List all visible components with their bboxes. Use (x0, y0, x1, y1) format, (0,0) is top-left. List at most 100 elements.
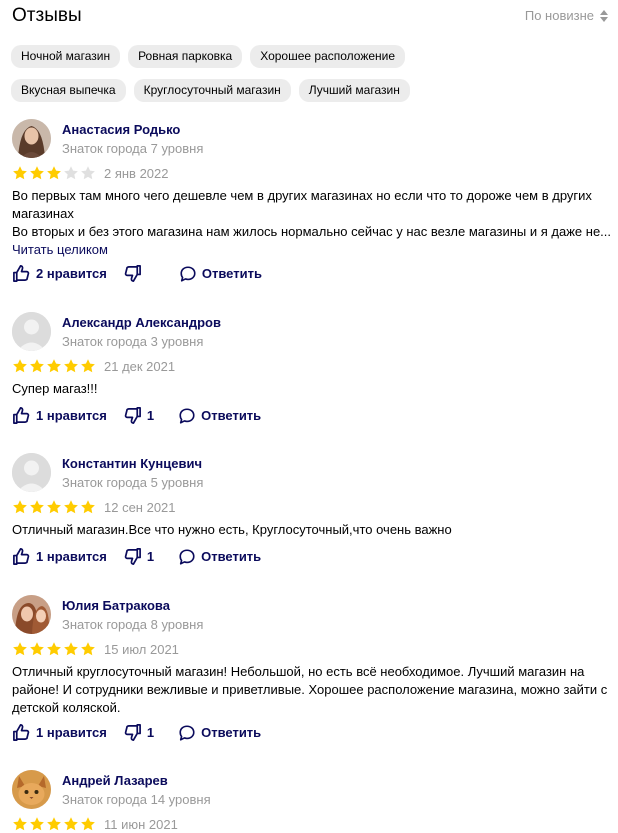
like-button[interactable]: 1 нравится (12, 723, 107, 742)
star-filled-icon (30, 817, 44, 831)
review-text: Отличный круглосуточный магазин! Небольш… (12, 663, 612, 717)
reply-button[interactable]: Ответить (179, 265, 262, 283)
review-author[interactable]: Юлия Батракова (62, 598, 170, 613)
dislike-count: 1 (146, 549, 155, 564)
thumbs-up-icon (13, 265, 30, 282)
star-filled-icon (47, 817, 61, 831)
reply-label: Ответить (201, 725, 262, 740)
like-count: 1 нравится (36, 549, 107, 564)
star-filled-icon (81, 359, 95, 373)
reply-button[interactable]: Ответить (178, 548, 261, 566)
star-filled-icon (64, 359, 78, 373)
sort-dropdown[interactable]: По новизне (525, 8, 608, 23)
rating-stars (12, 165, 96, 181)
star-filled-icon (47, 166, 61, 180)
chip[interactable]: Хорошее расположение (250, 45, 406, 68)
comment-icon (179, 724, 195, 741)
review-actions: 1 нравится 1 Ответить (12, 547, 261, 566)
dislike-button[interactable]: 1 (123, 547, 154, 566)
tag-chips: Ночной магазин Ровная парковка Хорошее р… (11, 45, 511, 102)
review-body: Супер магаз!!! (12, 381, 98, 396)
star-empty-icon (64, 166, 78, 180)
comment-icon (179, 548, 195, 565)
avatar[interactable] (12, 770, 51, 809)
review-author[interactable]: Константин Кунцевич (62, 456, 202, 471)
star-filled-icon (47, 500, 61, 514)
avatar[interactable] (12, 595, 51, 634)
avatar[interactable] (12, 312, 51, 351)
chip[interactable]: Ровная парковка (128, 45, 243, 68)
avatar[interactable] (12, 453, 51, 492)
review-body: Отличный круглосуточный магазин! Небольш… (12, 664, 608, 715)
like-count: 1 нравится (36, 725, 107, 740)
review-author[interactable]: Анастасия Родько (62, 122, 180, 137)
cat-photo-icon (12, 770, 51, 809)
dislike-count: 1 (146, 725, 155, 740)
star-filled-icon (13, 359, 27, 373)
star-filled-icon (13, 166, 27, 180)
chip[interactable]: Круглосуточный магазин (133, 79, 291, 102)
reply-label: Ответить (201, 408, 262, 423)
review-author-level: Знаток города 7 уровня (62, 141, 204, 156)
chip[interactable]: Ночной магазин (11, 45, 121, 68)
review-text: Супер магаз!!! (12, 380, 612, 398)
thumbs-down-icon (124, 407, 141, 424)
thumbs-down-icon (124, 265, 141, 282)
review-actions: 2 нравится Ответить (12, 264, 262, 283)
star-filled-icon (13, 500, 27, 514)
star-empty-icon (81, 166, 95, 180)
star-filled-icon (64, 642, 78, 656)
user-photo-icon (12, 595, 51, 634)
review-date: 11 июн 2021 (104, 816, 178, 832)
thumbs-down-icon (124, 548, 141, 565)
review-text: Во первых там много чего дешевле чем в д… (12, 187, 612, 259)
dislike-button[interactable]: 1 (123, 406, 154, 425)
thumbs-up-icon (13, 548, 30, 565)
dislike-button[interactable]: 1 (123, 723, 154, 742)
star-filled-icon (13, 817, 27, 831)
star-filled-icon (64, 500, 78, 514)
review-date: 2 янв 2022 (104, 165, 169, 181)
review-author-level: Знаток города 5 уровня (62, 475, 204, 490)
reviews-header: Отзывы По новизне (12, 4, 608, 28)
chip[interactable]: Лучший магазин (298, 79, 410, 102)
reply-label: Ответить (201, 266, 262, 281)
review-rating: 21 дек 2021 (12, 357, 175, 375)
review-date: 21 дек 2021 (104, 358, 176, 374)
sort-arrows-icon (600, 9, 608, 22)
review-date: 12 сен 2021 (104, 499, 176, 515)
review-rating: 12 сен 2021 (12, 498, 176, 516)
review-body: Отличный магазин.Все что нужно есть, Кру… (12, 522, 452, 537)
chip[interactable]: Вкусная выпечка (11, 79, 126, 102)
reply-label: Ответить (201, 549, 262, 564)
avatar[interactable] (12, 119, 51, 158)
dislike-button[interactable] (123, 264, 147, 283)
review-actions: 1 нравится 1 Ответить (12, 723, 261, 742)
read-more-link[interactable]: Читать целиком (12, 241, 612, 259)
star-filled-icon (30, 166, 44, 180)
comment-icon (179, 407, 195, 424)
like-button[interactable]: 1 нравится (12, 406, 107, 425)
star-filled-icon (30, 359, 44, 373)
like-button[interactable]: 2 нравится (12, 264, 107, 283)
like-count: 1 нравится (36, 408, 107, 423)
reply-button[interactable]: Ответить (178, 724, 261, 742)
review-rating: 15 июл 2021 (12, 640, 179, 658)
review-author[interactable]: Александр Александров (62, 315, 221, 330)
like-button[interactable]: 1 нравится (12, 547, 107, 566)
review-date: 15 июл 2021 (104, 641, 179, 657)
star-filled-icon (13, 642, 27, 656)
reply-button[interactable]: Ответить (178, 407, 261, 425)
thumbs-up-icon (13, 724, 30, 741)
star-filled-icon (81, 642, 95, 656)
review-rating: 2 янв 2022 (12, 164, 169, 182)
review-rating: 11 июн 2021 (12, 815, 178, 833)
user-photo-icon (12, 119, 51, 158)
star-filled-icon (47, 642, 61, 656)
review-author[interactable]: Андрей Лазарев (62, 773, 168, 788)
review-author-level: Знаток города 14 уровня (62, 792, 211, 807)
review-text: Отличный магазин.Все что нужно есть, Кру… (12, 521, 612, 539)
sort-label: По новизне (524, 8, 594, 23)
star-filled-icon (81, 500, 95, 514)
star-filled-icon (47, 359, 61, 373)
